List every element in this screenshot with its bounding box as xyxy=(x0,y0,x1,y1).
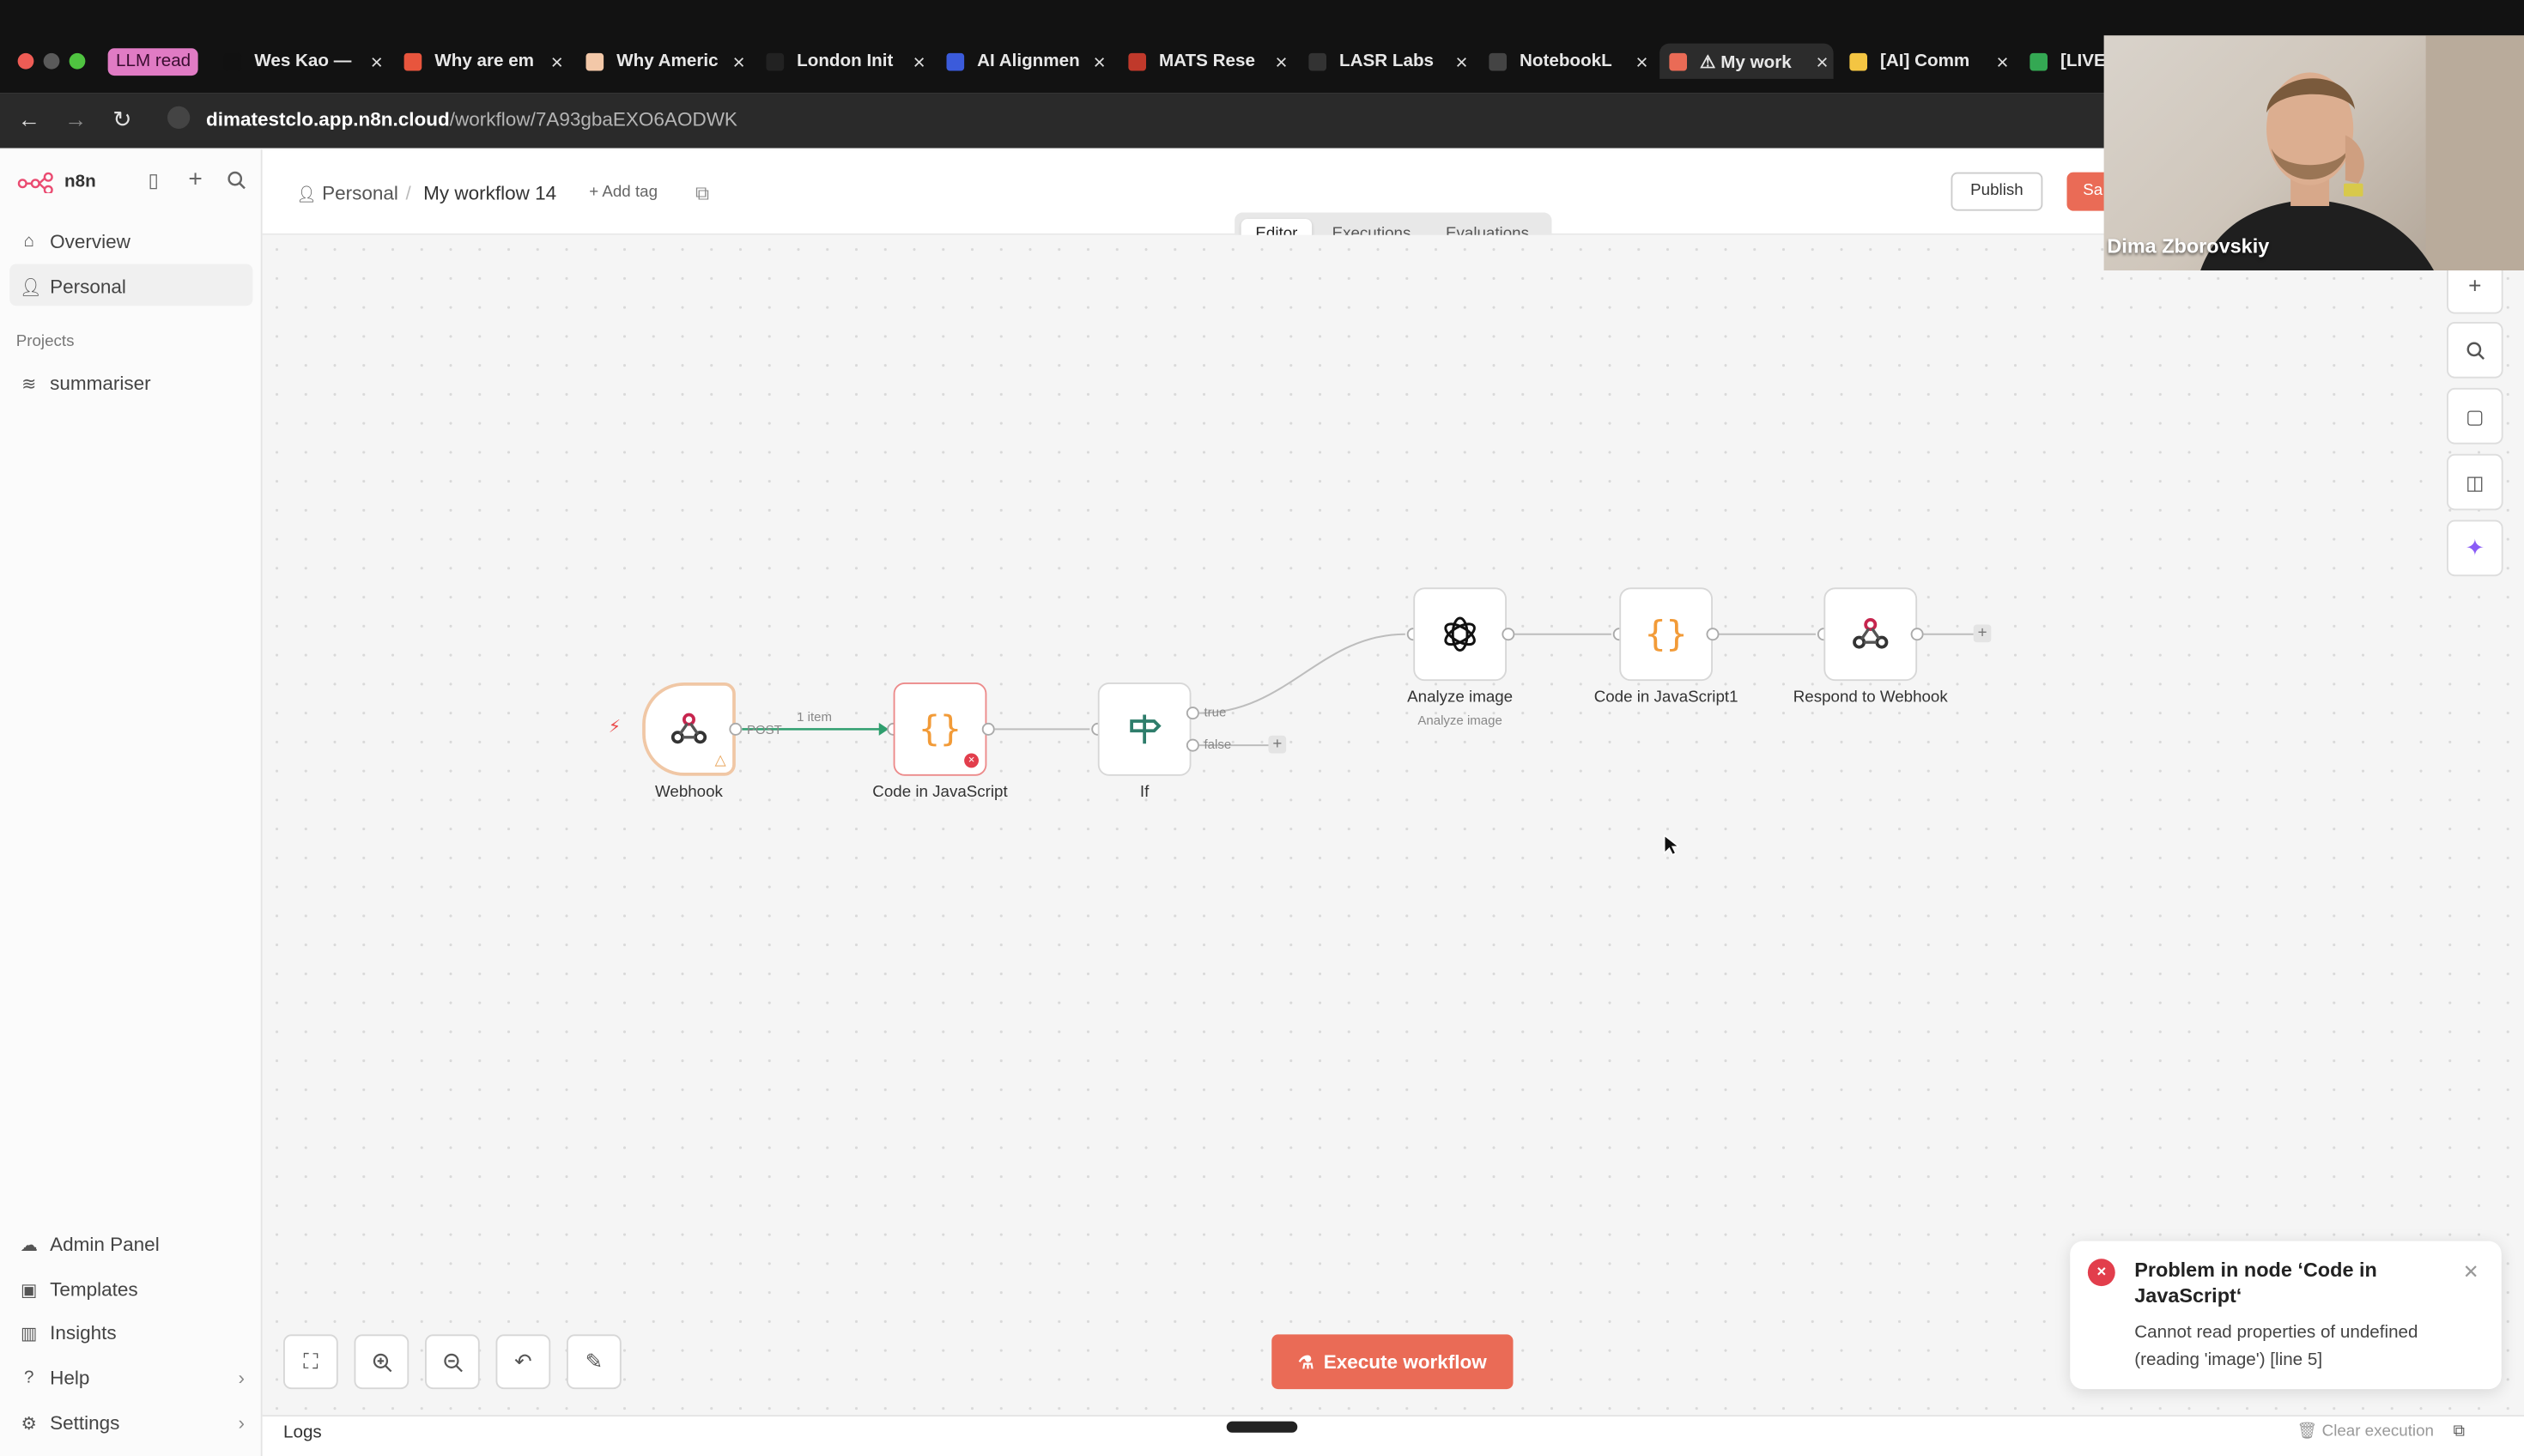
toast-message: Cannot read properties of undefined (rea… xyxy=(2134,1323,2418,1370)
search-nodes-tool[interactable] xyxy=(2447,322,2503,379)
output-port[interactable] xyxy=(1910,628,1924,641)
output-port[interactable] xyxy=(1706,628,1720,641)
warning-icon: △ xyxy=(714,751,726,768)
node-code-in-javascript1[interactable]: {} xyxy=(1619,587,1713,682)
execute-workflow-button[interactable]: ⚗︎ Execute workflow xyxy=(1271,1334,1514,1390)
node-code-in-javascript[interactable]: {} × xyxy=(893,682,987,776)
zoom-out-icon xyxy=(443,1352,462,1372)
node-label-respond: Respond to Webhook xyxy=(1793,689,1948,707)
add-node-button[interactable]: + xyxy=(1973,624,1992,643)
webcam-name: Dima Zborovskiy xyxy=(2107,234,2270,258)
close-icon[interactable]: ✕ xyxy=(2463,1260,2479,1283)
ai-assistant-tool[interactable]: ✦ xyxy=(2447,519,2503,577)
edge-label-false: false xyxy=(1204,737,1232,752)
error-icon: × xyxy=(964,753,979,768)
note-icon: ▢ xyxy=(2466,404,2485,428)
undo-icon: ↶ xyxy=(514,1349,532,1374)
output-port[interactable] xyxy=(1502,628,1515,641)
error-icon: × xyxy=(2087,1259,2115,1287)
openai-icon xyxy=(1444,616,1476,652)
undo-button[interactable]: ↶ xyxy=(495,1334,551,1390)
node-label-code1: Code in JavaScript1 xyxy=(1593,689,1738,707)
output-port-true[interactable] xyxy=(1186,707,1199,720)
node-analyze-image[interactable] xyxy=(1413,587,1507,682)
logs-label[interactable]: Logs xyxy=(283,1423,322,1443)
search-icon xyxy=(2466,341,2485,360)
zoom-in-button[interactable] xyxy=(354,1334,410,1390)
plus-icon: + xyxy=(2468,271,2482,298)
node-label-code: Code in JavaScript xyxy=(872,784,1008,802)
clear-execution-label: Clear execution xyxy=(2321,1423,2434,1441)
code-braces-icon: {} xyxy=(1644,614,1688,655)
signpost-icon xyxy=(1130,714,1162,744)
panel-icon: ◫ xyxy=(2466,470,2485,494)
node-if[interactable] xyxy=(1097,682,1192,776)
edge-label-post: POST xyxy=(747,722,782,737)
node-label-if: If xyxy=(1139,784,1150,802)
screen: LLM read Wes Kao — × Why are em × Why Americ… xyxy=(0,0,2524,1456)
broom-icon: ✎ xyxy=(585,1349,604,1374)
trigger-bolt-icon: ⚡︎ xyxy=(608,718,622,737)
webhook-icon xyxy=(670,713,707,744)
popout-icon[interactable]: ⧉ xyxy=(2454,1423,2465,1441)
output-port[interactable] xyxy=(981,722,995,736)
trash-icon: 🗑︎ xyxy=(2296,1423,2318,1441)
fit-view-button[interactable]: ⛶ xyxy=(283,1334,338,1390)
clear-execution-button[interactable]: 🗑︎ Clear execution xyxy=(2297,1423,2434,1441)
execute-workflow-label: Execute workflow xyxy=(1323,1350,1487,1374)
panel-toggle-tool[interactable]: ◫ xyxy=(2447,453,2503,511)
node-webhook[interactable]: △ xyxy=(642,682,736,776)
tidy-up-button[interactable]: ✎ xyxy=(567,1334,622,1390)
add-node-false-button[interactable]: + xyxy=(1268,735,1287,754)
logs-bar[interactable] xyxy=(262,1415,2524,1456)
toast-title: Problem in node ‘Code in JavaScript‘ xyxy=(2134,1259,2377,1307)
output-port-false[interactable] xyxy=(1186,738,1199,752)
edge-label-true: true xyxy=(1204,705,1227,720)
output-port[interactable] xyxy=(729,722,743,736)
webhook-icon xyxy=(1853,618,1889,649)
zoom-out-button[interactable] xyxy=(425,1334,480,1390)
node-subtitle-analyze: Analyze image xyxy=(1417,713,1502,728)
node-respond-to-webhook[interactable] xyxy=(1823,587,1918,682)
flask-icon: ⚗︎ xyxy=(1297,1352,1314,1373)
resize-handle[interactable] xyxy=(1226,1421,1298,1433)
mouse-cursor-icon xyxy=(1664,834,1679,856)
node-label-webhook: Webhook xyxy=(655,784,723,802)
zoom-in-icon xyxy=(372,1352,391,1372)
edge-label-items: 1 item xyxy=(797,709,832,725)
code-braces-icon: {} xyxy=(919,708,962,749)
sticky-note-tool[interactable]: ▢ xyxy=(2447,387,2503,445)
node-label-analyze: Analyze image xyxy=(1407,689,1514,707)
fit-view-icon: ⛶ xyxy=(303,1349,319,1374)
sparkle-icon: ✦ xyxy=(2465,534,2485,561)
